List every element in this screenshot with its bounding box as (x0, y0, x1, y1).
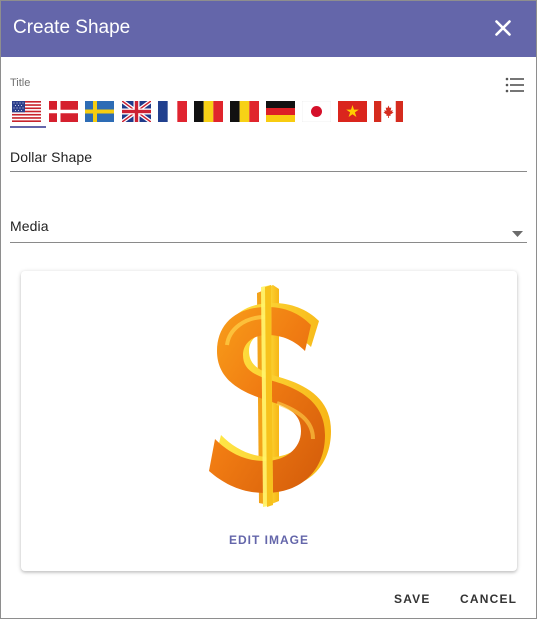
dropdown-arrow-icon[interactable] (512, 224, 523, 237)
selected-flag-indicator (10, 126, 46, 128)
media-select-value[interactable]: Media (10, 218, 49, 234)
cancel-button[interactable]: CANCEL (460, 592, 517, 606)
flag-canada-icon[interactable] (374, 101, 403, 122)
flag-denmark-icon[interactable] (49, 101, 78, 122)
flag-vietnam-icon[interactable] (338, 101, 367, 122)
shape-name-field[interactable]: Dollar Shape (10, 143, 527, 172)
shape-name-value[interactable]: Dollar Shape (10, 149, 92, 165)
media-select[interactable]: Media (10, 212, 527, 243)
edit-image-button[interactable]: EDIT IMAGE (21, 533, 517, 547)
flag-us-icon[interactable] (12, 101, 41, 122)
save-button[interactable]: SAVE (394, 592, 431, 606)
title-label: Title (10, 77, 31, 89)
flag-germany-icon[interactable] (266, 101, 295, 122)
flag-france-icon[interactable] (158, 101, 187, 122)
flag-uk-icon[interactable] (122, 101, 151, 122)
dollar-sign-image (207, 285, 333, 507)
flag-sweden-icon[interactable] (85, 101, 114, 122)
image-card: EDIT IMAGE (21, 271, 517, 571)
flag-belgium-icon[interactable] (230, 101, 259, 122)
list-icon[interactable] (505, 76, 525, 94)
close-icon[interactable] (489, 14, 517, 42)
dialog-header: Create Shape (1, 1, 536, 57)
create-shape-dialog: Create Shape Title Dollar Shape Media ED… (0, 0, 537, 619)
flag-belgium-icon[interactable] (194, 101, 223, 122)
dialog-title: Create Shape (13, 17, 131, 38)
flag-japan-icon[interactable] (302, 101, 331, 122)
